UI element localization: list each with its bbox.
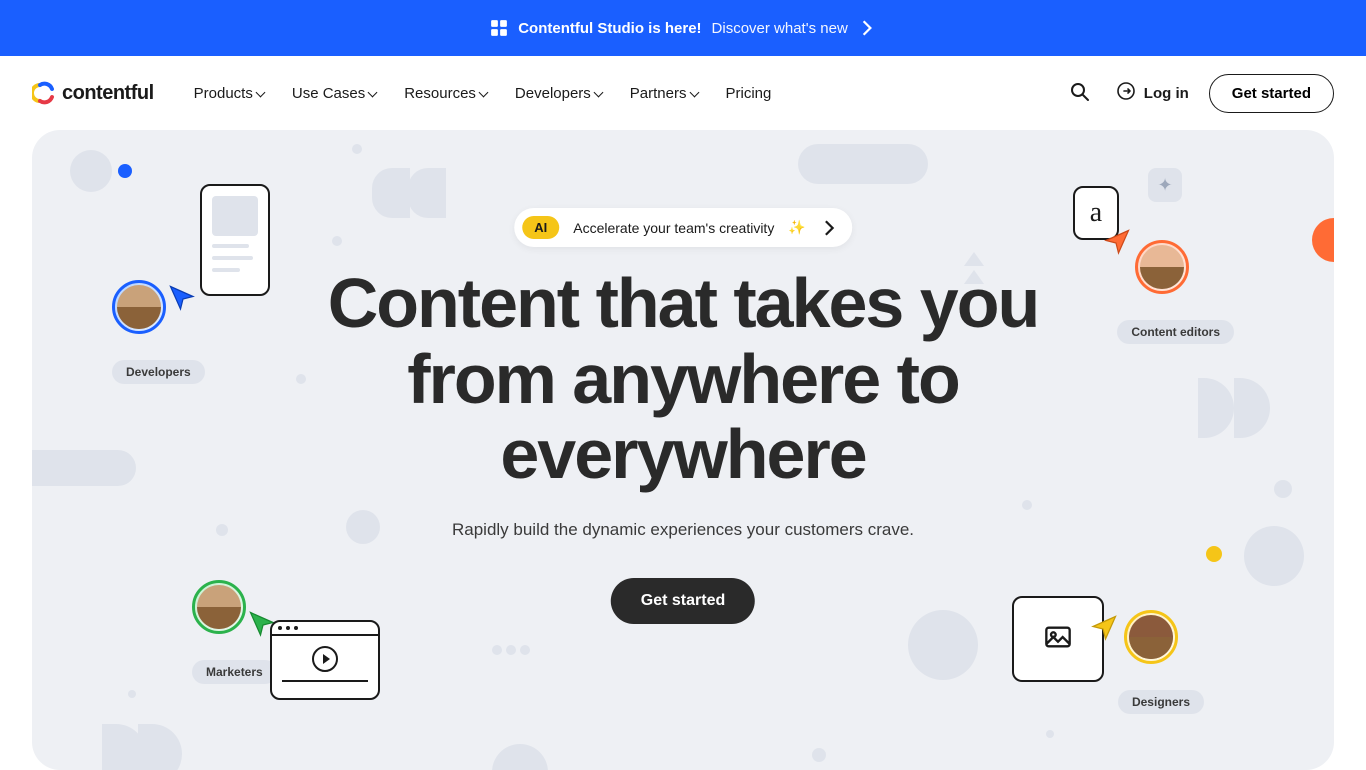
decor-orange-half xyxy=(1312,218,1334,262)
brand-logo[interactable]: contentful xyxy=(32,81,154,105)
decor-dot xyxy=(216,524,228,536)
chevron-down-icon xyxy=(257,85,264,102)
nav-label: Partners xyxy=(630,85,687,102)
login-label: Log in xyxy=(1144,85,1189,102)
avatar xyxy=(192,580,246,634)
decor-half xyxy=(1234,378,1270,438)
hero-subtext: Rapidly build the dynamic experiences yo… xyxy=(452,520,914,540)
persona-tag: Content editors xyxy=(1117,320,1234,344)
illustration-video-player xyxy=(270,620,380,700)
decor-circle xyxy=(70,150,112,192)
persona-tag: Designers xyxy=(1118,690,1204,714)
announce-link-text: Discover what's new xyxy=(712,20,848,37)
chevron-down-icon xyxy=(480,85,487,102)
decor-dot xyxy=(812,748,826,762)
decor-yellow-dot xyxy=(1206,546,1222,562)
cursor-icon xyxy=(1101,228,1131,263)
nav-label: Resources xyxy=(404,85,476,102)
nav-item-use-cases[interactable]: Use Cases xyxy=(292,85,376,102)
login-link[interactable]: Log in xyxy=(1116,81,1189,105)
nav-item-developers[interactable]: Developers xyxy=(515,85,602,102)
logo-mark-icon xyxy=(32,81,56,105)
decor-dot xyxy=(332,236,342,246)
avatar xyxy=(1135,240,1189,294)
decor-circle xyxy=(346,510,380,544)
avatar xyxy=(112,280,166,334)
decor-blue-dot xyxy=(118,164,132,178)
play-icon xyxy=(312,646,338,672)
announce-title: Contentful Studio is here! xyxy=(518,20,701,37)
nav-label: Use Cases xyxy=(292,85,365,102)
nav-item-partners[interactable]: Partners xyxy=(630,85,698,102)
decor-half-circle xyxy=(492,744,548,770)
chevron-right-icon xyxy=(858,19,876,37)
nav-item-pricing[interactable]: Pricing xyxy=(726,85,772,102)
sparkle-icon: ✦ xyxy=(1157,175,1172,196)
nav-label: Pricing xyxy=(726,85,772,102)
decor-half xyxy=(138,724,182,770)
persona-tag: Marketers xyxy=(192,660,277,684)
ai-badge: AI xyxy=(522,216,559,239)
decor-circle xyxy=(908,610,978,680)
nav-item-resources[interactable]: Resources xyxy=(404,85,487,102)
decor-half xyxy=(1198,378,1234,438)
brand-name: contentful xyxy=(62,82,154,105)
illustration-document xyxy=(200,184,270,296)
decor-dot xyxy=(1022,500,1032,510)
cursor-icon xyxy=(168,284,198,319)
headline-text: Content that takes you from anywhere to … xyxy=(273,266,1093,493)
illustration-sparkle-card: ✦ xyxy=(1148,168,1182,202)
decor-pill xyxy=(798,144,928,184)
persona-designers: Designers xyxy=(1124,610,1204,714)
nav-item-products[interactable]: Products xyxy=(194,85,264,102)
ai-pill-text: Accelerate your team's creativity xyxy=(573,220,774,236)
sparkle-icon: ✨ xyxy=(788,219,805,236)
studio-icon xyxy=(490,19,508,37)
cursor-icon xyxy=(1088,614,1118,649)
chevron-down-icon xyxy=(691,85,698,102)
nav-label: Developers xyxy=(515,85,591,102)
decor-dot xyxy=(1274,480,1292,498)
avatar xyxy=(1124,610,1178,664)
letter-a: a xyxy=(1090,197,1102,229)
decor-dot xyxy=(1046,730,1054,738)
decor-circle xyxy=(1244,526,1304,586)
persona-marketers: Marketers xyxy=(192,580,277,684)
image-icon xyxy=(1044,623,1072,656)
chevron-down-icon xyxy=(595,85,602,102)
decor-quote xyxy=(372,168,410,218)
login-icon xyxy=(1116,81,1136,105)
announcement-bar[interactable]: Contentful Studio is here! Discover what… xyxy=(0,0,1366,56)
hero-headline: Content that takes you from anywhere to … xyxy=(273,266,1093,493)
persona-content-editors: Content editors xyxy=(1135,240,1234,344)
nav-label: Products xyxy=(194,85,253,102)
persona-tag: Developers xyxy=(112,360,205,384)
decor-dot xyxy=(352,144,362,154)
decor-pill xyxy=(32,450,136,486)
search-button[interactable] xyxy=(1064,76,1096,111)
ai-feature-pill[interactable]: AI Accelerate your team's creativity ✨ xyxy=(514,208,852,247)
decor-dot xyxy=(128,690,136,698)
decor-quote xyxy=(408,168,446,218)
chevron-right-icon xyxy=(820,219,838,237)
get-started-button[interactable]: Get started xyxy=(1209,74,1334,113)
chevron-down-icon xyxy=(369,85,376,102)
decor-dots-row xyxy=(492,642,536,656)
nav-items: Products Use Cases Resources Developers … xyxy=(194,85,772,102)
hero-section: AI Accelerate your team's creativity ✨ C… xyxy=(32,130,1334,770)
hero-cta-button[interactable]: Get started xyxy=(611,578,755,624)
persona-developers: Developers xyxy=(112,280,205,384)
search-icon xyxy=(1070,90,1090,105)
top-nav: contentful Products Use Cases Resources … xyxy=(0,56,1366,130)
